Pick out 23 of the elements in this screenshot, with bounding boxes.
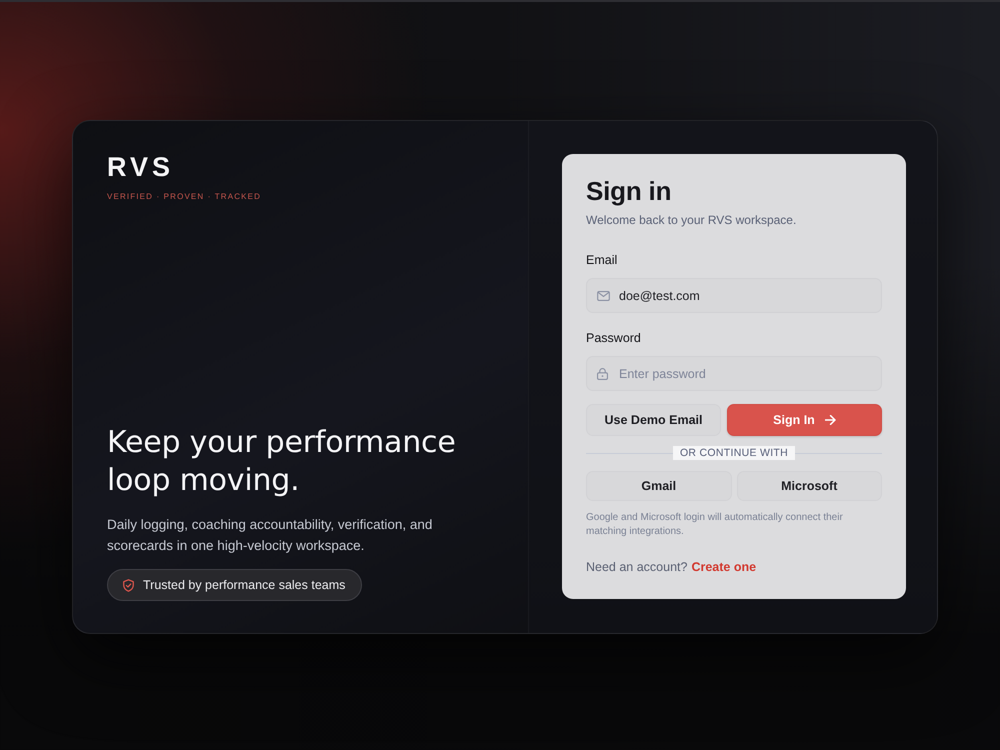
password-field[interactable]: Enter password [586,356,882,391]
email-field[interactable]: doe@test.com [586,278,882,313]
demo-email-button[interactable]: Use Demo Email [586,404,721,436]
integration-note: Google and Microsoft login will automatically connect their matching integrations. [586,511,844,539]
provider-button[interactable]: Gmail [586,471,732,501]
field-label: Password [586,330,642,346]
signin-title: Sign in [586,176,672,206]
signup-prompt: Need an account? [586,560,688,574]
arrow-right-icon [824,415,836,425]
mail-icon [597,290,610,300]
brand-logo: RVS [107,152,174,182]
shield-check-icon [123,578,134,592]
divider-label: OR CONTINUE WITH [672,446,796,460]
hero-description: Daily logging, coaching accountability, verification, and scorecards in one high-velocity workspace. [107,516,434,555]
create-account-link[interactable]: Create one [691,560,756,574]
lock-icon [597,368,608,380]
brand-tagline: VERIFIED · PROVEN · TRACKED [107,192,262,202]
signin-subtitle: Welcome back to your RVS workspace. [586,212,798,228]
trust-statement: Trusted by performance sales teams [143,578,346,592]
field-label: Email [586,252,618,268]
hero-headline: Keep your performance loop moving. [107,424,457,500]
provider-button[interactable]: Microsoft [736,471,882,501]
sign-in-button[interactable]: Sign In [727,404,882,436]
